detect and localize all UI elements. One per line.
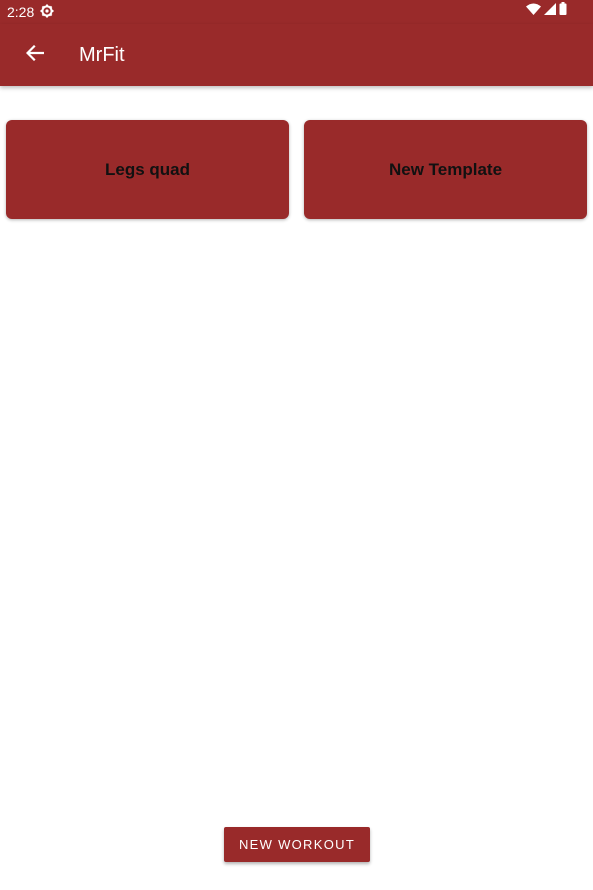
back-button[interactable]	[20, 40, 50, 70]
app-bar: MrFit	[0, 24, 593, 86]
status-icons	[526, 2, 567, 20]
arrow-back-icon	[25, 44, 45, 66]
wifi-icon	[526, 2, 541, 20]
new-workout-button[interactable]: NEW WORKOUT	[224, 827, 370, 862]
app-title: MrFit	[79, 44, 125, 66]
settings-icon	[40, 4, 54, 18]
battery-icon	[559, 2, 567, 20]
template-card-legs-quad[interactable]: Legs quad	[6, 120, 289, 219]
template-card-label: Legs quad	[104, 159, 190, 179]
template-card-new-template[interactable]: New Template	[304, 120, 587, 219]
status-bar: 2:28	[0, 0, 593, 24]
template-card-label: New Template	[388, 159, 503, 179]
status-time: 2:28	[7, 4, 35, 20]
signal-icon	[544, 2, 556, 20]
